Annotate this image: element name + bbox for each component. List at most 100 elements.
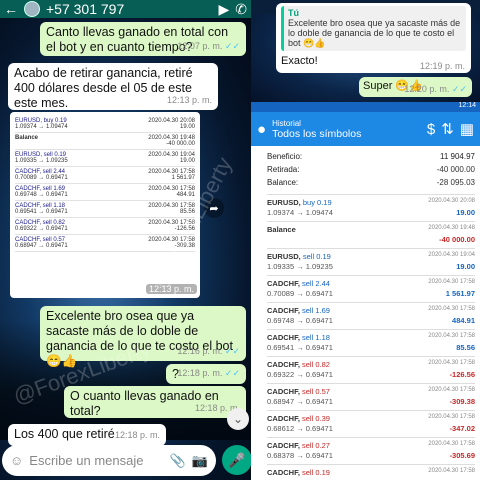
deals-list: EURUSD, buy 0.19 1.09374 → 1.09474 2020.… — [267, 194, 475, 480]
currency-icon[interactable]: $ — [427, 121, 435, 138]
emoji-icon[interactable]: ☺ — [10, 453, 23, 468]
mini-trade-prices: 0.69748 → 0.69471 — [15, 192, 68, 198]
mini-trade-row: CADCHF, sell 0.57 0.68947 → 0.69471 2020.0… — [15, 235, 195, 252]
mic-button[interactable]: 🎤 — [222, 445, 251, 475]
message-time: 12:16 p. m. — [177, 346, 223, 356]
mini-trade-row: CADCHF, sell 1.69 0.69748 → 0.69471 2020.0… — [15, 184, 195, 201]
deal-prices: 0.68947 → 0.69471 — [267, 397, 333, 406]
chat-header[interactable]: ← +57 301 797 ▶ ✆ — [0, 0, 251, 18]
deal-side: sell 0.57 — [302, 387, 330, 396]
deal-profit: 484.91 — [452, 316, 475, 325]
deal-date: 2020.04.30 19:04 — [428, 252, 475, 258]
back-arrow-icon[interactable]: ← — [4, 1, 18, 17]
menu-icon[interactable]: ● — [257, 121, 266, 138]
deal-row[interactable]: CADCHF, sell 0.27 0.68378 → 0.69471 2020… — [267, 437, 475, 464]
deal-side: sell 1.69 — [302, 306, 330, 315]
message-incoming[interactable]: Los 400 que retiré 12:18 p. m. — [8, 424, 166, 446]
mini-trade-profit: 1 561.97 — [171, 175, 195, 181]
message-outgoing[interactable]: O cuanto llevas ganado en total? 12:18 p… — [64, 386, 246, 418]
message-outgoing[interactable]: Excelente bro osea que ya sacaste más de… — [40, 306, 246, 368]
message-time: 12:07 p. m. — [177, 41, 223, 51]
message-outgoing[interactable]: Super 😁👍 12:20 p. m. ✓✓ — [359, 77, 472, 97]
mini-trade-profit: -40 000.00 — [166, 141, 195, 147]
message-input-bar[interactable]: ☺ Escribe un mensaje 📎 📷 — [2, 445, 216, 476]
message-outgoing[interactable]: ? 12:18 p. m. ✓✓ — [166, 364, 246, 384]
deal-side: sell 0.19 — [302, 468, 330, 477]
deal-prices: 0.68612 → 0.69471 — [267, 424, 333, 433]
deal-prices: 0.69322 → 0.69471 — [267, 370, 333, 379]
quoted-message[interactable]: Tú Excelente bro osea que ya sacaste más… — [281, 6, 466, 51]
read-ticks-icon: ✓✓ — [224, 41, 240, 51]
deal-row[interactable]: CADCHF, sell 1.69 0.69748 → 0.69471 2020… — [267, 302, 475, 329]
deal-profit: -126.56 — [449, 370, 475, 379]
deal-row[interactable]: Balance 2020.04.30 19:48 -40 000.00 — [267, 221, 475, 248]
scroll-down-button[interactable]: ⌄ — [227, 408, 249, 430]
deal-row[interactable]: CADCHF, sell 0.39 0.68612 → 0.69471 2020… — [267, 410, 475, 437]
mini-trade-row: Balance 2020.04.30 19:48 -40 000.00 — [15, 133, 195, 150]
deal-row[interactable]: CADCHF, sell 1.18 0.69541 → 0.69471 2020… — [267, 329, 475, 356]
summary-row: Balance: -28 095.03 — [267, 178, 475, 187]
deal-profit: 19.00 — [456, 208, 475, 217]
deal-row[interactable]: EURUSD, buy 0.19 1.09374 → 1.09474 2020.… — [267, 194, 475, 221]
deal-symbol: CADCHF, — [267, 279, 300, 288]
deal-row[interactable]: CADCHF, sell 0.19 0.68146 → 0.69471 2020… — [267, 464, 475, 480]
contact-phone[interactable]: +57 301 797 — [46, 1, 212, 17]
quoted-author: Tú — [288, 8, 299, 18]
forward-icon[interactable]: ➦ — [204, 198, 224, 218]
mini-trade-row: EURUSD, buy 0.19 1.09374 → 1.09474 2020.04… — [15, 116, 195, 133]
deal-symbol: Balance — [267, 225, 296, 234]
message-with-quote[interactable]: Tú Excelente bro osea que ya sacaste más… — [276, 3, 471, 73]
message-outgoing[interactable]: Canto llevas ganado en total con el bot … — [40, 22, 246, 56]
whatsapp-chat-panel: ← +57 301 797 ▶ ✆ Canto llevas ganado en… — [0, 0, 251, 480]
deal-prices: 0.70089 → 0.69471 — [267, 289, 333, 298]
deal-symbol: CADCHF, — [267, 468, 300, 477]
deal-profit: -40 000.00 — [439, 235, 475, 244]
deal-symbol: EURUSD, — [267, 252, 301, 261]
message-time: 12:13 p. m. — [166, 95, 212, 105]
deal-side: sell 1.18 — [302, 333, 330, 342]
app-header: ● Historial Todos los símbolos $ ⇅ ▦ — [251, 112, 480, 146]
read-ticks-icon: ✓✓ — [224, 346, 240, 356]
deal-symbol: CADCHF, — [267, 333, 300, 342]
attach-icon[interactable]: 📎 — [170, 453, 186, 469]
header-small-title: Historial — [272, 118, 301, 128]
quoted-text: Excelente bro osea que ya sacaste más de… — [288, 18, 461, 48]
message-time: 12:19 p. m. — [419, 61, 465, 71]
video-call-icon[interactable]: ▶ — [218, 1, 229, 18]
mini-trade-prices: 1.09374 → 1.09474 — [15, 124, 68, 130]
message-time: 12:18 p. m. — [177, 368, 223, 378]
mini-trade-profit: -126.56 — [174, 226, 195, 232]
mini-trade-prices: 0.70089 → 0.69471 — [15, 175, 68, 181]
deal-side: sell 0.82 — [302, 360, 330, 369]
deal-row[interactable]: CADCHF, sell 0.82 0.69322 → 0.69471 2020… — [267, 356, 475, 383]
deal-symbol: CADCHF, — [267, 414, 300, 423]
message-time: 12:20 p. m. — [404, 84, 450, 94]
deal-date: 2020.04.30 17:58 — [428, 468, 475, 474]
image-message-trade-history[interactable]: EURUSD, buy 0.19 1.09374 → 1.09474 2020.04… — [10, 112, 200, 298]
camera-icon[interactable]: 📷 — [192, 453, 208, 469]
mini-trade-prices: 0.68947 → 0.69471 — [15, 243, 68, 249]
avatar[interactable] — [24, 1, 40, 17]
deal-symbol: CADCHF, — [267, 360, 300, 369]
mini-trade-prices: 0.69541 → 0.69471 — [15, 209, 68, 215]
deal-row[interactable]: EURUSD, sell 0.19 1.09335 → 1.09235 2020… — [267, 248, 475, 275]
deal-date: 2020.04.30 17:58 — [428, 306, 475, 312]
deal-profit: 85.56 — [456, 343, 475, 352]
message-input[interactable]: Escribe un mensaje — [29, 453, 163, 468]
deal-symbol: CADCHF, — [267, 306, 300, 315]
deal-symbol: EURUSD, — [267, 198, 301, 207]
sort-icon[interactable]: ⇅ — [441, 120, 454, 138]
calendar-icon[interactable]: ▦ — [460, 120, 474, 138]
message-incoming[interactable]: Acabo de retirar ganancia, retiré 400 dó… — [8, 63, 218, 110]
mini-trade-symbol: Balance — [15, 135, 39, 141]
message-text: Los 400 que retiré — [14, 427, 115, 441]
phone-call-icon[interactable]: ✆ — [235, 1, 247, 18]
deal-date: 2020.04.30 17:58 — [428, 387, 475, 393]
metatrader-history-screen: 12:14 ● Historial Todos los símbolos $ ⇅… — [251, 102, 480, 480]
read-ticks-icon: ✓✓ — [224, 368, 240, 378]
deal-profit: 19.00 — [456, 262, 475, 271]
deal-side: sell 0.27 — [302, 441, 330, 450]
mini-trade-profit: 19.00 — [179, 124, 195, 130]
deal-row[interactable]: CADCHF, sell 0.57 0.68947 → 0.69471 2020… — [267, 383, 475, 410]
deal-row[interactable]: CADCHF, sell 2.44 0.70089 → 0.69471 2020… — [267, 275, 475, 302]
